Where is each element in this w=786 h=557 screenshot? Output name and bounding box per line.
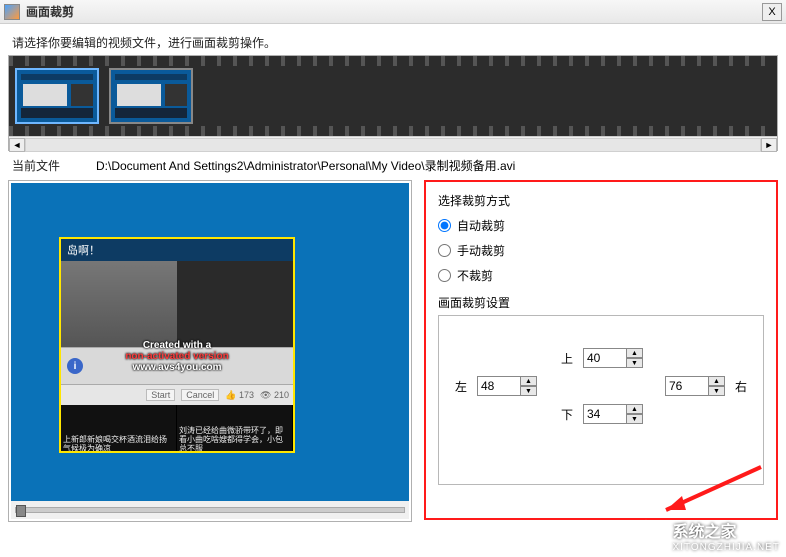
clip-thumbnail[interactable] (15, 68, 99, 124)
watermark-en: XITONGZHIJIA.NET (673, 542, 781, 553)
crop-settings-group: 上 ▲ ▼ 左 ▲ (438, 315, 764, 485)
crop-left-label: 左 (453, 378, 469, 395)
scroll-left-button[interactable]: ◄ (9, 138, 25, 152)
crop-right-input[interactable] (665, 376, 709, 396)
spin-down-icon[interactable]: ▼ (521, 386, 537, 396)
preview-toolbar: Start Cancel 👍 173 👁 210 (61, 385, 293, 405)
radio-auto-crop-label: 自动裁剪 (457, 217, 505, 234)
crop-left-input[interactable] (477, 376, 521, 396)
current-file-path: D:\Document And Settings2\Administrator\… (96, 157, 515, 174)
close-icon: X (768, 6, 775, 18)
spin-up-icon[interactable]: ▲ (521, 376, 537, 386)
chevron-right-icon: ► (765, 140, 774, 150)
preview-card: 上新郎新娘喝交杯酒流泪给扬气候极为确凉 (61, 405, 177, 453)
crop-settings-title: 画面裁剪设置 (438, 294, 764, 311)
video-preview[interactable]: 岛啊！ i Created with a non-activated versi… (11, 183, 409, 501)
chevron-left-icon: ◄ (13, 140, 22, 150)
current-file-label: 当前文件 (12, 157, 72, 174)
radio-manual-crop[interactable]: 手动裁剪 (438, 242, 764, 259)
spin-up-icon[interactable]: ▲ (627, 348, 643, 358)
preview-panel: 岛啊！ i Created with a non-activated versi… (8, 180, 412, 522)
crop-options-panel: 选择裁剪方式 自动裁剪 手动裁剪 不裁剪 画面裁剪设置 上 (424, 180, 778, 520)
spin-down-icon[interactable]: ▼ (627, 414, 643, 424)
scroll-track[interactable] (25, 138, 761, 152)
preview-head: 岛啊！ (61, 239, 293, 261)
app-icon (4, 4, 20, 20)
filmstrip (9, 56, 777, 136)
radio-no-crop-input[interactable] (438, 269, 451, 282)
crop-right-spinner[interactable]: ▲ ▼ (665, 376, 725, 396)
clip-thumbnail[interactable] (109, 68, 193, 124)
radio-manual-crop-input[interactable] (438, 244, 451, 257)
crop-top-spinner[interactable]: ▲ ▼ (583, 348, 643, 368)
filmstrip-scrollbar[interactable]: ◄ ► (9, 136, 777, 152)
crop-right-label: 右 (733, 378, 749, 395)
preview-card: 刘涛已经给曲微骄带环了，即看小曲吃啥嫂都得学会，小包总不服 (177, 405, 293, 453)
crop-top-input[interactable] (583, 348, 627, 368)
preview-cancel-button: Cancel (181, 389, 219, 401)
radio-manual-crop-label: 手动裁剪 (457, 242, 505, 259)
spin-up-icon[interactable]: ▲ (709, 376, 725, 386)
seek-thumb[interactable] (16, 505, 26, 517)
playback-seekbar[interactable] (11, 501, 409, 519)
crop-mode-title: 选择裁剪方式 (438, 192, 764, 209)
scroll-right-button[interactable]: ► (761, 138, 777, 152)
current-file-row: 当前文件 D:\Document And Settings2\Administr… (12, 157, 774, 174)
radio-no-crop[interactable]: 不裁剪 (438, 267, 764, 284)
preview-notice: i Created with a non-activated version w… (61, 347, 293, 385)
crop-bottom-row: 下 ▲ ▼ (449, 404, 753, 424)
crop-bottom-spinner[interactable]: ▲ ▼ (583, 404, 643, 424)
spin-down-icon[interactable]: ▼ (627, 358, 643, 368)
crop-top-label: 上 (559, 350, 575, 367)
window-title: 画面裁剪 (26, 3, 762, 20)
crop-bottom-label: 下 (559, 406, 575, 423)
filmstrip-sprocket-bottom (9, 126, 777, 136)
preview-start-button: Start (146, 389, 175, 401)
radio-auto-crop-input[interactable] (438, 219, 451, 232)
crop-top-row: 上 ▲ ▼ (449, 348, 753, 368)
radio-auto-crop[interactable]: 自动裁剪 (438, 217, 764, 234)
spin-down-icon[interactable]: ▼ (709, 386, 725, 396)
crop-left-spinner[interactable]: ▲ ▼ (477, 376, 537, 396)
crop-bottom-input[interactable] (583, 404, 627, 424)
radio-no-crop-label: 不裁剪 (457, 267, 493, 284)
titlebar: 画面裁剪 X (0, 0, 786, 24)
filmstrip-sprocket-top (9, 56, 777, 66)
filmstrip-panel: ◄ ► (8, 55, 778, 151)
instruction-text: 请选择你要编辑的视频文件，进行画面裁剪操作。 (12, 34, 778, 51)
spin-up-icon[interactable]: ▲ (627, 404, 643, 414)
close-button[interactable]: X (762, 3, 782, 21)
crop-frame[interactable]: 岛啊！ i Created with a non-activated versi… (59, 237, 295, 453)
